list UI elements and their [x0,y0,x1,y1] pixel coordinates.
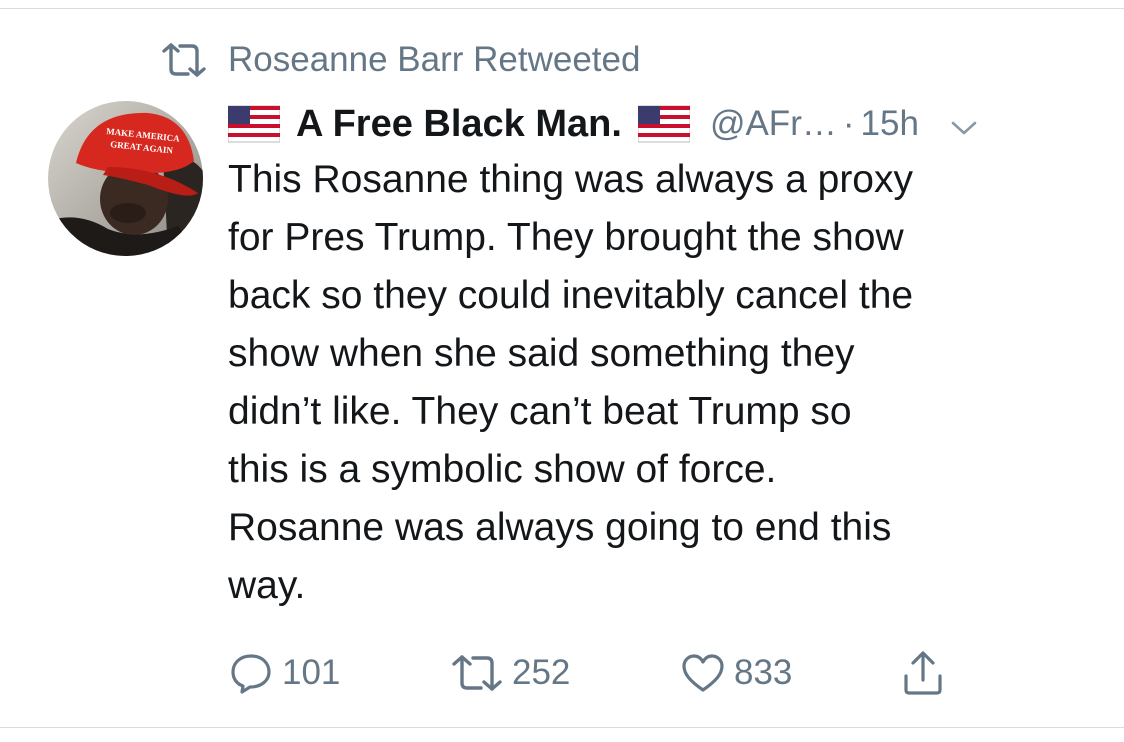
retweet-context[interactable]: Roseanne Barr Retweeted [160,36,640,84]
us-flag-icon [637,104,690,144]
reply-button[interactable]: 101 [228,643,340,703]
user-handle[interactable]: @AFr… [710,104,837,144]
tweet-header: A Free Black Man. @AFr… · 15h [228,96,1098,152]
avatar[interactable]: MAKE AMERICA GREAT AGAIN [48,101,203,256]
display-name[interactable]: A Free Black Man. [296,103,622,146]
reply-icon [228,650,274,696]
like-button[interactable]: 833 [680,643,792,703]
share-button[interactable] [900,643,946,703]
retweet-icon [450,653,504,693]
heart-icon [680,652,726,694]
reply-count: 101 [282,653,341,692]
tweet-actions: 101 252 833 [228,643,1008,703]
share-icon [900,648,946,698]
tweet-text: This Rosanne thing was always a proxy fo… [228,158,914,607]
retweet-button[interactable]: 252 [450,643,570,703]
retweet-count: 252 [512,653,571,692]
retweet-icon [160,42,208,78]
separator-dot: · [842,104,855,143]
timestamp[interactable]: 15h [861,104,919,144]
us-flag-icon [228,104,280,144]
chevron-down-icon[interactable] [947,117,981,139]
bottom-divider [0,727,1124,728]
top-divider [0,8,1124,9]
retweet-context-label: Roseanne Barr Retweeted [228,40,641,79]
like-count: 833 [734,653,793,692]
